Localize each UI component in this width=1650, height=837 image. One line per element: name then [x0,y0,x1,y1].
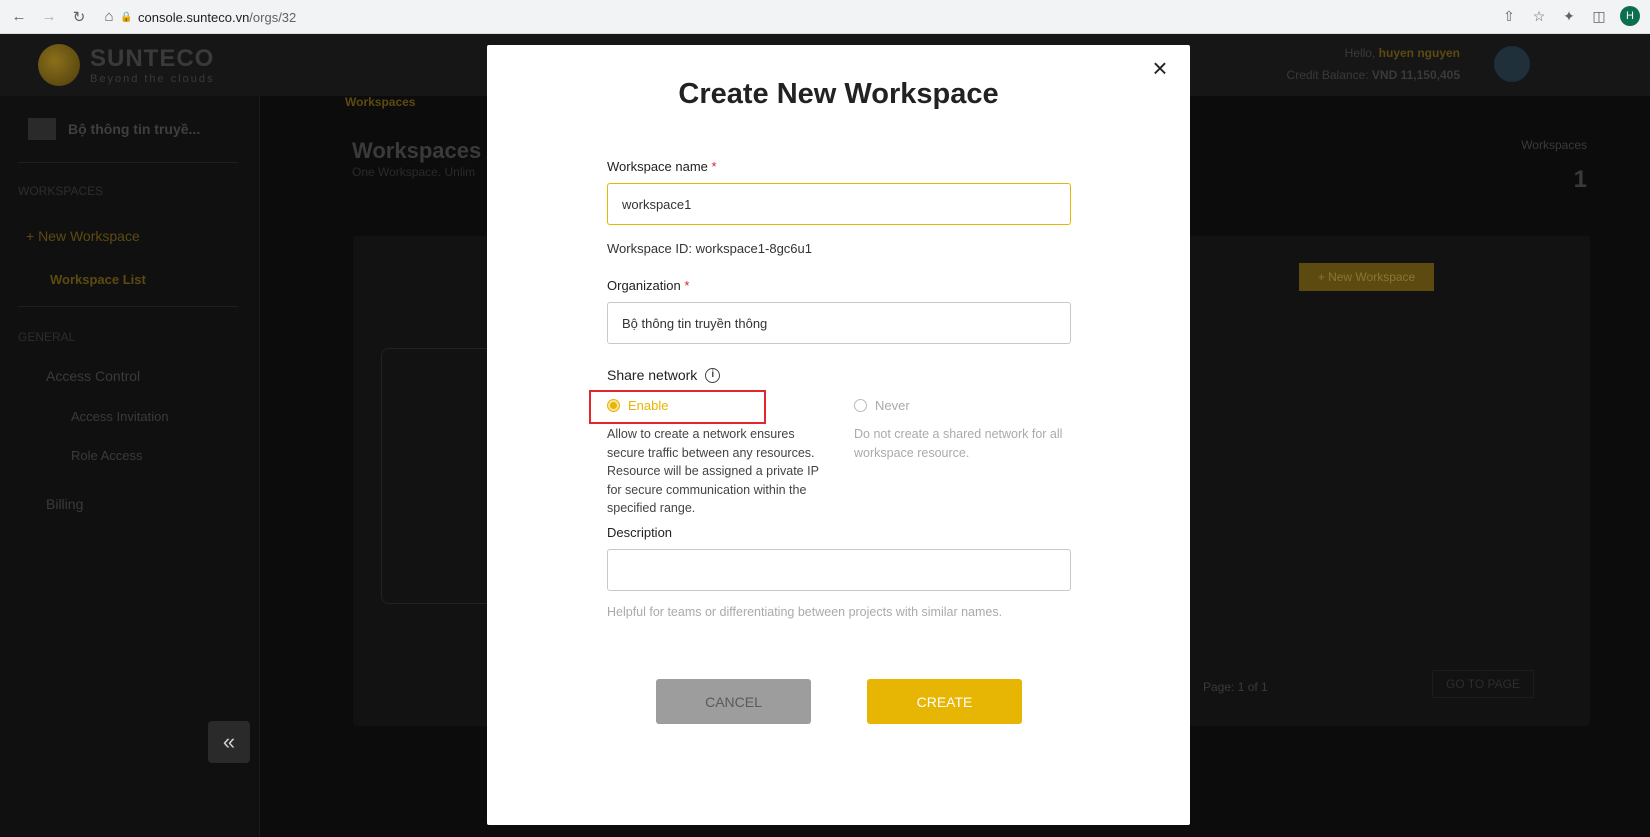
sidebar-billing[interactable]: Billing [46,496,83,512]
create-button[interactable]: CREATE [867,679,1022,724]
sunteco-logo: SUNTECO Beyond the clouds [38,44,215,86]
brand-tagline: Beyond the clouds [90,73,215,85]
collapse-sidebar-icon[interactable]: « [208,721,250,763]
sidebar-access-control[interactable]: Access Control [46,368,140,384]
never-description: Do not create a shared network for all w… [854,427,1063,460]
back-arrow-icon[interactable]: ← [8,6,30,28]
section-general: GENERAL [18,330,76,344]
cancel-button[interactable]: CANCEL [656,679,811,724]
create-workspace-modal: × Create New Workspace Workspace name * … [487,45,1190,825]
description-label: Description [607,525,673,540]
enable-label: Enable [628,398,669,413]
never-label: Never [875,398,910,413]
pager-text: Page: 1 of 1 [1203,680,1268,694]
share-icon[interactable]: ⇧ [1500,7,1518,25]
share-network-label: Share network i [607,367,721,383]
profile-avatar[interactable]: H [1620,6,1640,26]
building-icon [28,118,56,140]
address-bar[interactable]: 🔒 console.sunteco.vn/orgs/32 [120,5,1520,29]
enable-radio-option[interactable]: Enable [607,398,668,413]
organization-field[interactable] [607,302,1071,344]
info-icon[interactable]: i [705,367,721,383]
page-title: Workspaces [352,138,482,163]
side-panel-icon[interactable]: ◫ [1590,7,1608,25]
page-subtitle: One Workspace. Unlim [352,165,476,179]
enable-radio[interactable] [607,399,620,412]
never-radio[interactable] [854,399,867,412]
breadcrumb[interactable]: Workspaces [345,95,415,109]
forward-arrow-icon[interactable]: → [38,6,60,28]
greeting: Hello, huyen nguyen [1344,46,1460,60]
org-switcher[interactable]: Bộ thông tin truyề... [28,118,200,140]
extensions-icon[interactable]: ✦ [1560,7,1578,25]
logo-mark-icon [38,44,80,86]
modal-title: Create New Workspace [678,78,999,110]
workspace-count-label: Workspaces [1521,138,1587,152]
user-avatar[interactable] [1494,46,1530,82]
sidebar-access-invitation[interactable]: Access Invitation [71,409,169,424]
lock-icon: 🔒 [120,12,133,23]
description-input[interactable] [607,549,1071,591]
browser-toolbar: ← → ↻ ⌂ 🔒 console.sunteco.vn/orgs/32 ⇧ ☆… [0,0,1650,34]
credit-balance: Credit Balance: VND 11,150,405 [1286,68,1460,82]
workspace-name-input[interactable] [607,183,1071,225]
star-icon[interactable]: ☆ [1530,7,1548,25]
home-icon[interactable]: ⌂ [98,6,120,28]
section-workspaces: WORKSPACES [18,184,104,198]
workspace-count: 1 [1573,166,1587,193]
sidebar-role-access[interactable]: Role Access [71,448,143,463]
never-radio-option[interactable]: Never [854,398,910,413]
url-text: console.sunteco.vn/orgs/32 [138,9,297,25]
sidebar-workspace-list[interactable]: Workspace List [50,272,146,287]
go-to-page-button[interactable]: GO TO PAGE [1432,670,1534,698]
enable-description: Allow to create a network ensures secure… [607,427,819,515]
reload-icon[interactable]: ↻ [68,6,90,28]
organization-label: Organization * [607,278,690,293]
workspace-name-label: Workspace name * [607,159,717,174]
new-workspace-button[interactable]: + New Workspace [1299,263,1434,291]
brand-name: SUNTECO [90,45,215,72]
workspace-id: Workspace ID: workspace1-8gc6u1 [607,241,812,256]
sidebar-new-workspace[interactable]: + New Workspace [26,228,140,244]
description-help: Helpful for teams or differentiating bet… [607,605,1003,619]
